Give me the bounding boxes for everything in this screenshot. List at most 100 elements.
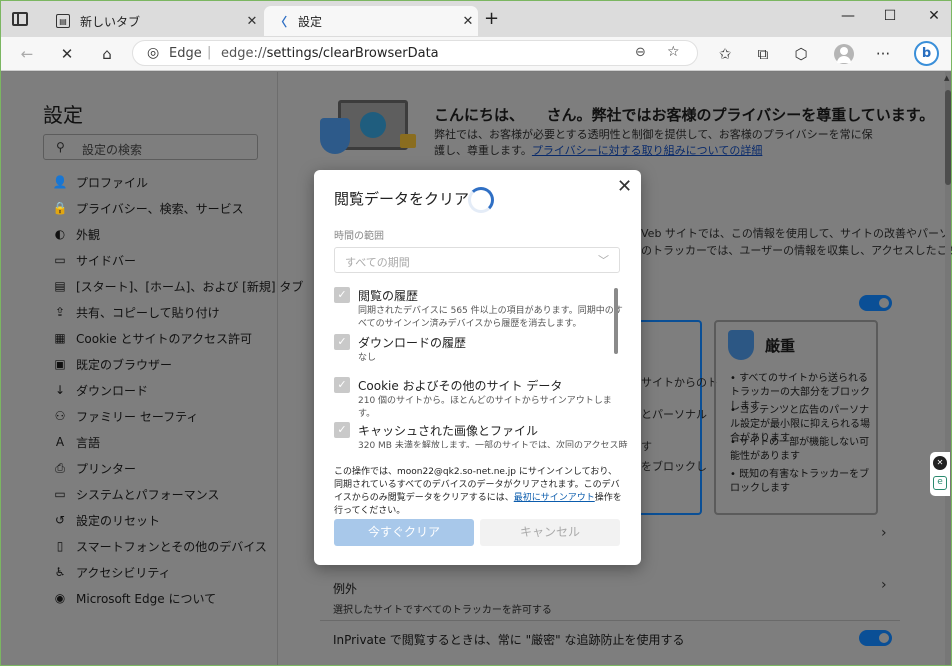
language-icon: A bbox=[55, 435, 65, 449]
tab-new-tab[interactable]: ▤ 新しいタブ ✕ bbox=[46, 6, 262, 36]
sidebar-item-sidebar[interactable]: ▭ サイドバー bbox=[52, 250, 136, 270]
download-icon: ↓ bbox=[54, 383, 66, 397]
clear-now-button[interactable]: 今すぐクリア bbox=[334, 519, 474, 546]
appearance-icon: ◐ bbox=[54, 227, 66, 241]
sidebar-item-appearance[interactable]: ◐ 外観 bbox=[52, 224, 100, 244]
collections-icon[interactable]: ⧉ bbox=[752, 44, 774, 64]
sidebar-item-cookies[interactable]: ▦ Cookie とサイトのアクセス許可 bbox=[52, 328, 252, 348]
system-icon: ▭ bbox=[54, 487, 66, 501]
sidebar-item-label: プリンター bbox=[76, 461, 137, 476]
close-icon[interactable]: ✕ bbox=[933, 456, 947, 470]
profile-nav-icon: 👤 bbox=[52, 175, 68, 189]
favorites-icon[interactable]: ✩ bbox=[714, 44, 736, 64]
sidebar-item-label: 共有、コピーして貼り付け bbox=[76, 305, 220, 320]
tracking-prevention-toggle[interactable] bbox=[859, 295, 892, 311]
home-icon[interactable]: ⌂ bbox=[96, 44, 118, 64]
strict-bullet-text: 既知の有害なトラッカーをブロックします bbox=[730, 469, 870, 494]
close-icon[interactable]: ✕ bbox=[617, 176, 632, 197]
bing-icon[interactable]: b bbox=[914, 41, 939, 66]
minimize-button[interactable]: — bbox=[832, 8, 864, 28]
favorite-add-icon[interactable]: ☆ bbox=[667, 44, 680, 60]
checkbox-download-history[interactable]: ✓ ダウンロードの履歴 なし bbox=[334, 334, 624, 368]
family-icon: ⚇ bbox=[54, 409, 66, 423]
strict-bullet: • 既知の有害なトラッカーをブロックします bbox=[730, 469, 870, 494]
privacy-hero-text: 弊社では、お客様が必要とする透明性と制御を提供して、お客様のプライバシーを常に保… bbox=[434, 127, 874, 159]
sidebar-item-printers[interactable]: ⎙ プリンター bbox=[52, 458, 136, 478]
scroll-up-icon[interactable]: ▲ bbox=[944, 74, 949, 82]
tab-settings[interactable]: 〈 設定 ✕ bbox=[264, 6, 478, 36]
close-icon[interactable]: ✕ bbox=[242, 14, 262, 29]
sidebar-item-label: ファミリー セーフティ bbox=[76, 409, 199, 424]
time-range-select[interactable]: すべての期間 ﹀ bbox=[334, 247, 620, 273]
chevron-right-icon[interactable]: › bbox=[881, 577, 887, 593]
sidebar-item-label: サイドバー bbox=[76, 253, 137, 268]
sidebar-item-system[interactable]: ▭ システムとパフォーマンス bbox=[52, 484, 219, 504]
checkbox-cookies[interactable]: ✓ Cookie およびその他のサイト データ 210 個のサイトから。ほとんど… bbox=[334, 377, 624, 419]
sidebar-item-label: 外観 bbox=[76, 227, 101, 242]
privacy-link[interactable]: プライバシーに対する取り組みについての詳細 bbox=[532, 144, 762, 157]
data-type-list: ✓ 閲覧の履歴 同期されたデバイスに 565 件以上の項目があります。同期中のす… bbox=[314, 283, 641, 448]
sidebar-item-label: 設定のリセット bbox=[76, 513, 161, 528]
checkmark-icon[interactable]: ✓ bbox=[334, 377, 350, 393]
printer-icon: ⎙ bbox=[55, 460, 65, 475]
sidebar-item-start-home-newtab[interactable]: ▤ [スタート]、[ホーム]、および [新規] タブ bbox=[52, 276, 303, 296]
cancel-button[interactable]: キャンセル bbox=[480, 519, 620, 546]
checkmark-icon[interactable]: ✓ bbox=[334, 287, 350, 303]
stop-icon[interactable]: ✕ bbox=[56, 44, 78, 64]
settings-search-input[interactable]: ⚲ 設定の検索 bbox=[43, 134, 258, 160]
item-title: 閲覧の履歴 bbox=[358, 289, 419, 303]
tracking-description-line1: Veb サイトでは、この情報を使用して、サイトの改善やパーソ bbox=[641, 227, 951, 240]
checkmark-icon[interactable]: ✓ bbox=[334, 334, 350, 350]
shield-icon bbox=[728, 330, 754, 360]
sidebar-item-label: Cookie とサイトのアクセス許可 bbox=[76, 331, 252, 346]
url-path: settings/clearBrowserData bbox=[266, 46, 439, 61]
window-close-button[interactable]: ✕ bbox=[918, 8, 950, 28]
back-icon[interactable]: ← bbox=[16, 44, 38, 64]
time-range-value: すべての期間 bbox=[345, 256, 410, 269]
edge-logo-icon: ◎ bbox=[147, 45, 160, 61]
sidebar-item-label: プロファイル bbox=[76, 175, 149, 190]
sidebar-item-label: [スタート]、[ホーム]、および [新規] タブ bbox=[76, 279, 304, 294]
close-icon[interactable]: ✕ bbox=[458, 14, 478, 29]
inprivate-strict-toggle[interactable] bbox=[859, 630, 892, 646]
tab-actions-icon[interactable] bbox=[12, 12, 28, 26]
item-desc: なし bbox=[358, 353, 377, 363]
sidebar-item-phone-devices[interactable]: ▯ スマートフォンとその他のデバイス bbox=[52, 536, 267, 556]
divider bbox=[320, 620, 900, 621]
sidebar-item-label: システムとパフォーマンス bbox=[76, 487, 220, 502]
new-tab-button[interactable]: + bbox=[484, 8, 499, 29]
checkbox-cached-images[interactable]: ✓ キャッシュされた画像とファイル 320 MB 未満を解放します。一部のサイト… bbox=[334, 422, 628, 448]
checkmark-icon[interactable]: ✓ bbox=[334, 422, 350, 438]
item-title: キャッシュされた画像とファイル bbox=[358, 424, 539, 438]
privacy-hero-title: こんにちは、 さん。弊社ではお客様のプライバシーを尊重しています。 bbox=[434, 106, 935, 124]
settings-loading-icon: 〈 bbox=[274, 14, 287, 29]
sidebar-item-privacy[interactable]: 🔒 プライバシー、検索、サービス bbox=[52, 198, 244, 218]
address-bar[interactable]: ◎ Edge | edge://settings/clearBrowserDat… bbox=[132, 40, 698, 66]
sidebar-item-share-copy-paste[interactable]: ⇪ 共有、コピーして貼り付け bbox=[52, 302, 220, 322]
zoom-icon[interactable]: ⊖ bbox=[635, 45, 646, 60]
profile-icon[interactable] bbox=[834, 44, 854, 64]
dialog-scrollbar[interactable] bbox=[614, 288, 618, 354]
search-icon: ⚲ bbox=[56, 140, 65, 154]
sidebar-item-about[interactable]: ◉ Microsoft Edge について bbox=[52, 588, 216, 608]
sidebar-item-downloads[interactable]: ↓ ダウンロード bbox=[52, 380, 148, 400]
sign-out-link[interactable]: 最初にサインアウト bbox=[514, 493, 595, 503]
more-icon[interactable]: ··· bbox=[872, 44, 894, 64]
balanced-fragment: す bbox=[641, 440, 652, 453]
sidebar-item-profiles[interactable]: 👤 プロファイル bbox=[52, 172, 149, 192]
sidebar-item-default-browser[interactable]: ▣ 既定のブラウザー bbox=[52, 354, 172, 374]
sidebar-item-accessibility[interactable]: ♿ アクセシビリティ bbox=[52, 562, 171, 582]
edge-widget-icon[interactable]: e bbox=[933, 476, 947, 490]
privacy-illustration bbox=[320, 98, 420, 160]
page-scrollbar-thumb[interactable] bbox=[945, 90, 951, 185]
exceptions-title[interactable]: 例外 bbox=[333, 580, 357, 597]
time-range-label: 時間の範囲 bbox=[334, 231, 384, 242]
browser-essentials-icon[interactable]: ⬡ bbox=[790, 44, 812, 64]
checkbox-browsing-history[interactable]: ✓ 閲覧の履歴 同期されたデバイスに 565 件以上の項目があります。同期中のす… bbox=[334, 287, 624, 331]
maximize-button[interactable]: ☐ bbox=[874, 8, 906, 28]
sidebar-item-languages[interactable]: A 言語 bbox=[52, 432, 100, 452]
sidebar-item-reset[interactable]: ↺ 設定のリセット bbox=[52, 510, 160, 530]
tracking-description-line2: のトラッカーでは、ユーザーの情報を収集し、アクセスしたことが bbox=[641, 244, 952, 257]
sidebar-item-family-safety[interactable]: ⚇ ファミリー セーフティ bbox=[52, 406, 199, 426]
chevron-right-icon[interactable]: › bbox=[881, 525, 887, 541]
